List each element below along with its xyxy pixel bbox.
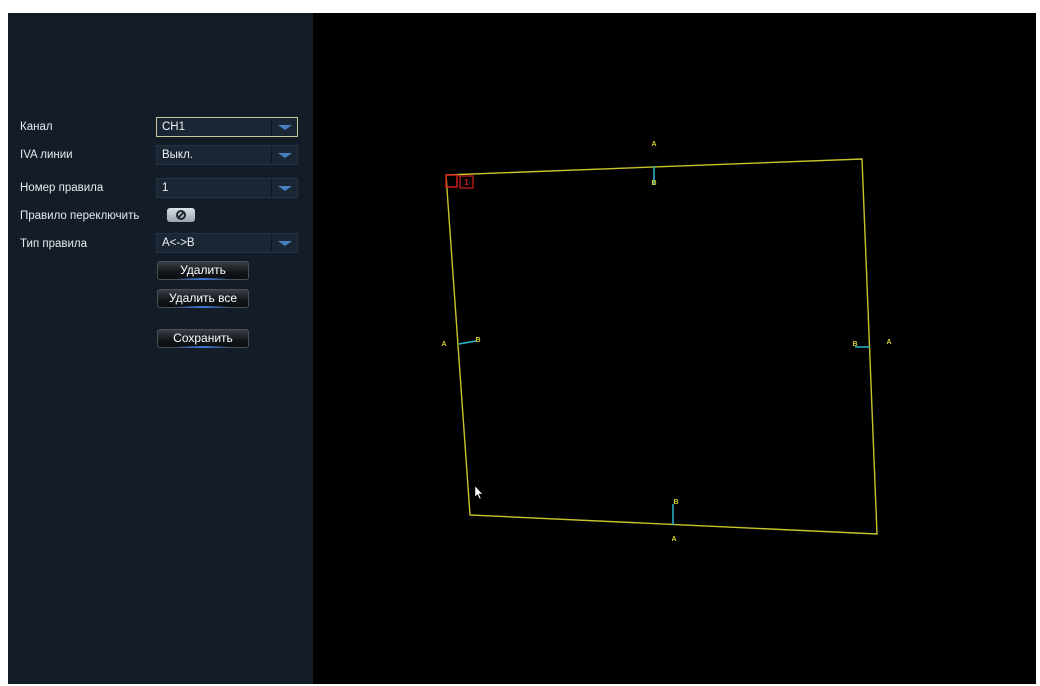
rule-index-label: 1 bbox=[464, 178, 469, 187]
settings-sidebar: Канал CH1 IVA линии Выкл. Номер правила … bbox=[8, 13, 313, 684]
rule-number-select[interactable]: 1 bbox=[156, 178, 298, 198]
bottom-side-b-label: B bbox=[673, 499, 678, 506]
channel-value: CH1 bbox=[162, 121, 186, 133]
save-button[interactable]: Сохранить bbox=[157, 329, 249, 348]
delete-button[interactable]: Удалить bbox=[157, 261, 249, 280]
iva-line-value: Выкл. bbox=[162, 149, 194, 161]
right-side-a-label: A bbox=[886, 339, 891, 346]
channel-select[interactable]: CH1 bbox=[156, 117, 298, 137]
left-direction-line bbox=[458, 340, 477, 345]
right-side-b-label: B bbox=[852, 341, 857, 348]
detection-line-polygon[interactable] bbox=[445, 158, 878, 535]
chevron-down-icon[interactable] bbox=[271, 234, 297, 252]
video-canvas[interactable]: A B A B B A B A 1 bbox=[313, 13, 1036, 684]
chevron-down-icon[interactable] bbox=[271, 146, 297, 164]
rule-switch-toggle[interactable] bbox=[167, 208, 195, 222]
screen: Канал CH1 IVA линии Выкл. Номер правила … bbox=[8, 13, 1036, 684]
left-side-a-label: A bbox=[441, 341, 446, 348]
rule-number-value: 1 bbox=[162, 182, 169, 194]
rule-type-label: Тип правила bbox=[20, 238, 88, 250]
rule-switch-label: Правило переключить bbox=[20, 210, 140, 222]
left-side-b-label: B bbox=[475, 337, 480, 344]
mouse-cursor-icon bbox=[474, 485, 484, 500]
delete-all-button[interactable]: Удалить все bbox=[157, 289, 249, 308]
top-side-a-label: A bbox=[651, 141, 656, 148]
channel-label: Канал bbox=[20, 121, 53, 133]
chevron-down-icon[interactable] bbox=[271, 118, 297, 136]
vertex-handle[interactable] bbox=[445, 174, 458, 188]
rule-type-select[interactable]: A<->B bbox=[156, 233, 298, 253]
iva-line-label: IVA линии bbox=[20, 149, 73, 161]
bottom-side-a-label: A bbox=[671, 536, 676, 543]
chevron-down-icon[interactable] bbox=[271, 179, 297, 197]
rule-type-value: A<->B bbox=[162, 237, 195, 249]
iva-line-select[interactable]: Выкл. bbox=[156, 145, 298, 165]
disabled-icon bbox=[176, 210, 186, 220]
top-side-b-label: B bbox=[651, 180, 656, 187]
rule-number-label: Номер правила bbox=[20, 182, 104, 194]
